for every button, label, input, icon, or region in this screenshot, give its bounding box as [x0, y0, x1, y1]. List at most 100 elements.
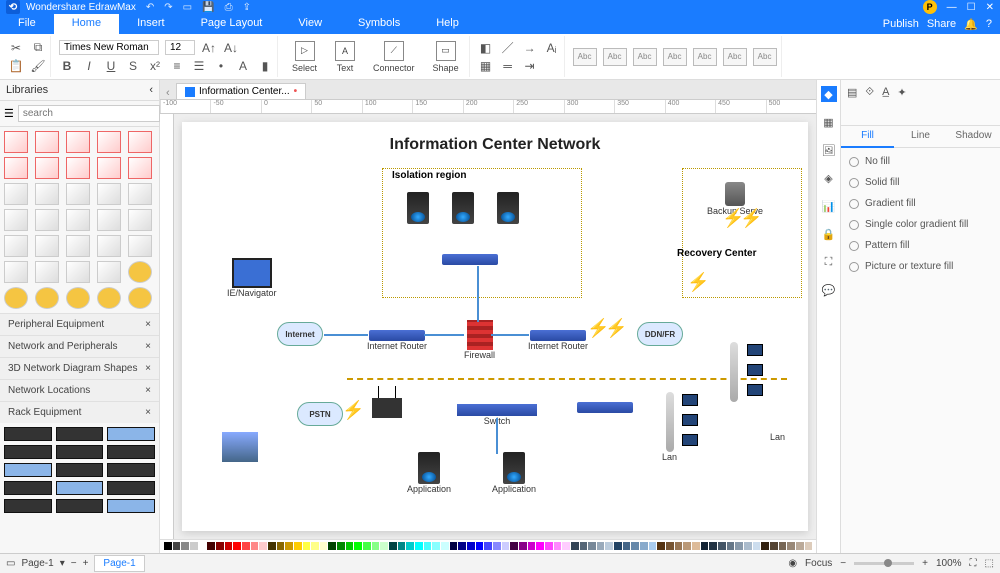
color-swatch[interactable]	[657, 542, 665, 550]
comment-tool-icon[interactable]: 💬	[821, 282, 837, 298]
fill-option[interactable]: No fill	[849, 156, 992, 167]
color-swatch[interactable]	[528, 542, 536, 550]
application-node[interactable]: Application	[407, 452, 451, 494]
printer-node[interactable]	[222, 432, 258, 462]
style-thumb[interactable]: Abc	[573, 48, 597, 66]
rack-shape[interactable]	[107, 499, 155, 513]
pc-node[interactable]	[682, 434, 698, 446]
color-swatch[interactable]	[805, 542, 813, 550]
color-swatch[interactable]	[666, 542, 674, 550]
format-painter-icon[interactable]: 🖌	[30, 58, 46, 74]
pc-node[interactable]	[747, 344, 763, 356]
color-swatch[interactable]	[580, 542, 588, 550]
color-swatch[interactable]	[588, 542, 596, 550]
print-icon[interactable]: ⎙	[225, 2, 233, 13]
color-swatch[interactable]	[268, 542, 276, 550]
help-icon[interactable]: ?	[986, 18, 992, 30]
close-icon[interactable]: ✕	[986, 2, 994, 13]
lan-tower-node[interactable]: Lan	[662, 392, 677, 462]
paste-icon[interactable]: 📋	[8, 58, 24, 74]
library-shape[interactable]	[97, 261, 121, 283]
internet-router-right[interactable]: Internet Router	[528, 330, 588, 351]
library-search-input[interactable]	[18, 105, 160, 122]
fill-option[interactable]: Solid fill	[849, 177, 992, 188]
copy-icon[interactable]: ⧉	[30, 40, 46, 56]
export-icon[interactable]: ⇪	[243, 2, 251, 13]
firewall-node[interactable]: Firewall	[464, 320, 495, 360]
notification-icon[interactable]: 🔔	[964, 18, 978, 31]
highlight-icon[interactable]: ▮	[257, 58, 273, 74]
style-thumb[interactable]: Abc	[633, 48, 657, 66]
arrow-style-icon[interactable]: →	[522, 40, 538, 56]
rack-shape[interactable]	[107, 463, 155, 477]
color-swatch[interactable]	[545, 542, 553, 550]
color-swatch[interactable]	[285, 542, 293, 550]
align-center-icon[interactable]: ☰	[191, 58, 207, 74]
lan-tower-node[interactable]	[730, 342, 738, 402]
pc-node[interactable]	[747, 384, 763, 396]
color-swatch[interactable]	[190, 542, 198, 550]
pc-node[interactable]	[682, 414, 698, 426]
color-swatch[interactable]	[294, 542, 302, 550]
zoom-slider[interactable]	[854, 562, 914, 565]
zoom-in-icon[interactable]: +	[922, 558, 928, 569]
color-swatch[interactable]	[181, 542, 189, 550]
color-swatch[interactable]	[320, 542, 328, 550]
color-swatch[interactable]	[519, 542, 527, 550]
save-icon[interactable]: 💾	[202, 2, 214, 13]
bold-icon[interactable]: B	[59, 58, 75, 74]
style-thumb[interactable]: Abc	[723, 48, 747, 66]
style-thumb[interactable]: Abc	[693, 48, 717, 66]
color-swatch[interactable]	[354, 542, 362, 550]
color-swatch[interactable]	[207, 542, 215, 550]
image-tool-icon[interactable]: 🖼	[821, 142, 837, 158]
rack-shape[interactable]	[4, 463, 52, 477]
color-swatch[interactable]	[796, 542, 804, 550]
zoom-out-icon[interactable]: −	[840, 558, 846, 569]
rack-shape[interactable]	[107, 481, 155, 495]
rack-shape[interactable]	[56, 427, 104, 441]
library-shape[interactable]	[4, 261, 28, 283]
color-swatch[interactable]	[623, 542, 631, 550]
library-shape[interactable]	[4, 157, 28, 179]
color-swatch[interactable]	[259, 542, 267, 550]
rack-shape[interactable]	[4, 427, 52, 441]
library-shape[interactable]	[35, 209, 59, 231]
library-category[interactable]: 3D Network Diagram Shapes×	[0, 357, 159, 379]
library-shape[interactable]	[66, 131, 90, 153]
library-shape[interactable]	[4, 287, 28, 309]
library-shape[interactable]	[35, 157, 59, 179]
color-swatch[interactable]	[779, 542, 787, 550]
font-select[interactable]: Times New Roman	[59, 40, 159, 55]
italic-icon[interactable]: I	[81, 58, 97, 74]
select-tool[interactable]: ▷Select	[286, 41, 323, 73]
open-icon[interactable]: ▭	[183, 2, 192, 13]
library-shape[interactable]	[35, 287, 59, 309]
fill-option[interactable]: Single color gradient fill	[849, 219, 992, 230]
library-menu-icon[interactable]: ☰	[4, 107, 14, 120]
color-swatch[interactable]	[536, 542, 544, 550]
color-swatch[interactable]	[372, 542, 380, 550]
color-swatch[interactable]	[640, 542, 648, 550]
library-shape[interactable]	[97, 131, 121, 153]
library-shape[interactable]	[97, 209, 121, 231]
color-swatch[interactable]	[424, 542, 432, 550]
color-swatch[interactable]	[173, 542, 181, 550]
server-node[interactable]	[497, 192, 519, 224]
library-shape[interactable]	[4, 183, 28, 205]
isolation-router[interactable]	[442, 254, 498, 265]
color-swatch[interactable]	[216, 542, 224, 550]
menu-insert[interactable]: Insert	[119, 14, 183, 34]
color-swatch[interactable]	[458, 542, 466, 550]
color-swatch[interactable]	[164, 542, 172, 550]
pstn-cloud[interactable]: PSTN	[297, 402, 343, 426]
library-shape[interactable]	[4, 235, 28, 257]
text-tool[interactable]: AText	[329, 41, 361, 73]
color-swatch[interactable]	[251, 542, 259, 550]
color-swatch[interactable]	[398, 542, 406, 550]
color-swatch[interactable]	[328, 542, 336, 550]
library-category[interactable]: Network and Peripherals×	[0, 335, 159, 357]
color-swatch[interactable]	[735, 542, 743, 550]
font-color-icon[interactable]: A	[235, 58, 251, 74]
rack-equipment-header[interactable]: Rack Equipment×	[0, 401, 159, 423]
